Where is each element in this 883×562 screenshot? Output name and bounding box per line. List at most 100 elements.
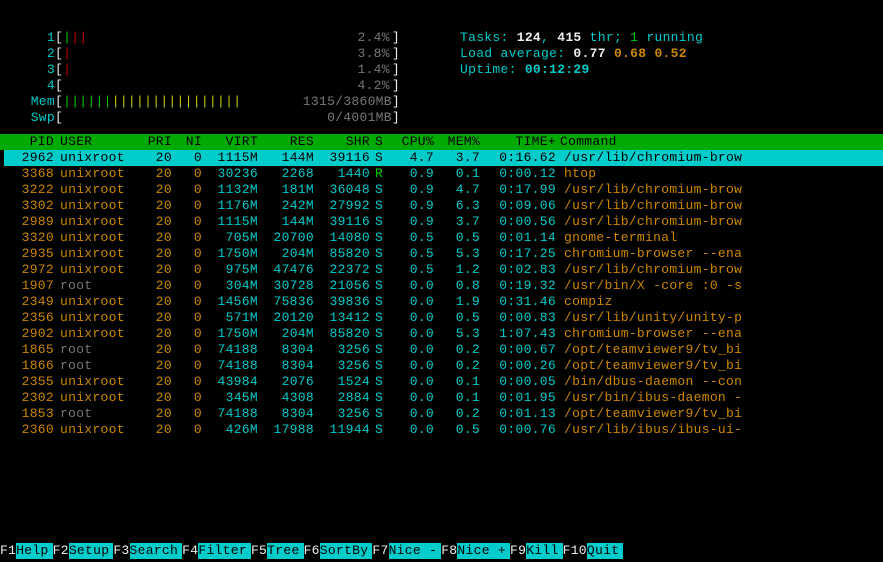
process-table-header[interactable]: PIDUSERPRINIVIRTRESSHRSCPU%MEM%TIME+Comm… xyxy=(0,134,883,150)
pri: 20 xyxy=(136,150,172,166)
command: /usr/bin/ibus-daemon - xyxy=(556,390,883,406)
process-row[interactable]: 2355 unixroot 20 0 43984 2076 1524 S 0.0… xyxy=(4,374,883,390)
mem-pct: 5.3 xyxy=(434,246,480,262)
user: unixroot xyxy=(56,374,136,390)
user: unixroot xyxy=(56,214,136,230)
process-table[interactable]: 2962 unixroot 20 0 1115M 144M 39116 S 4.… xyxy=(0,150,883,438)
col-header-virt[interactable]: VIRT xyxy=(202,134,258,150)
action-help[interactable]: Help xyxy=(16,543,52,559)
process-row[interactable]: 2972 unixroot 20 0 975M 47476 22372 S 0.… xyxy=(4,262,883,278)
col-header-cpu%[interactable]: CPU% xyxy=(388,134,434,150)
action-quit[interactable]: Quit xyxy=(587,543,623,559)
time: 0:00.26 xyxy=(480,358,556,374)
shr: 1524 xyxy=(314,374,370,390)
col-header-user[interactable]: USER xyxy=(56,134,136,150)
col-header-res[interactable]: RES xyxy=(258,134,314,150)
process-row[interactable]: 3320 unixroot 20 0 705M 20700 14080 S 0.… xyxy=(4,230,883,246)
action-tree[interactable]: Tree xyxy=(267,543,303,559)
pid: 2356 xyxy=(4,310,56,326)
ni: 0 xyxy=(172,182,202,198)
virt: 1132M xyxy=(202,182,258,198)
cpu-pct: 0.5 xyxy=(388,246,434,262)
time: 0:09.06 xyxy=(480,198,556,214)
shr: 22372 xyxy=(314,262,370,278)
res: 242M xyxy=(258,198,314,214)
process-row[interactable]: 2349 unixroot 20 0 1456M 75836 39836 S 0… xyxy=(4,294,883,310)
process-row[interactable]: 2962 unixroot 20 0 1115M 144M 39116 S 4.… xyxy=(4,150,883,166)
process-row[interactable]: 2935 unixroot 20 0 1750M 204M 85820 S 0.… xyxy=(4,246,883,262)
process-row[interactable]: 1865 root 20 0 74188 8304 3256 S 0.0 0.2… xyxy=(4,342,883,358)
time: 0:00.76 xyxy=(480,422,556,438)
virt: 74188 xyxy=(202,342,258,358)
command: /usr/lib/chromium-brow xyxy=(556,198,883,214)
process-row[interactable]: 2302 unixroot 20 0 345M 4308 2884 S 0.0 … xyxy=(4,390,883,406)
command: /usr/bin/X -core :0 -s xyxy=(556,278,883,294)
cpu-pct: 0.9 xyxy=(388,166,434,182)
user: root xyxy=(56,342,136,358)
cpu-meter-2: 2 [|3.8%] xyxy=(20,46,400,62)
process-row[interactable]: 2356 unixroot 20 0 571M 20120 13412 S 0.… xyxy=(4,310,883,326)
process-row[interactable]: 2902 unixroot 20 0 1750M 204M 85820 S 0.… xyxy=(4,326,883,342)
state: S xyxy=(370,294,388,310)
command: gnome-terminal xyxy=(556,230,883,246)
process-row[interactable]: 3368 unixroot 20 0 30236 2268 1440 R 0.9… xyxy=(4,166,883,182)
action-sortby[interactable]: SortBy xyxy=(320,543,373,559)
cpu-pct: 0.0 xyxy=(388,374,434,390)
state: S xyxy=(370,422,388,438)
state: S xyxy=(370,342,388,358)
pid: 2972 xyxy=(4,262,56,278)
mem-pct: 1.2 xyxy=(434,262,480,278)
process-row[interactable]: 1866 root 20 0 74188 8304 3256 S 0.0 0.2… xyxy=(4,358,883,374)
shr: 85820 xyxy=(314,326,370,342)
virt: 975M xyxy=(202,262,258,278)
col-header-pid[interactable]: PID xyxy=(4,134,56,150)
col-header-mem%[interactable]: MEM% xyxy=(434,134,480,150)
user: unixroot xyxy=(56,326,136,342)
col-header-pri[interactable]: PRI xyxy=(136,134,172,150)
fkey-f7: F7 xyxy=(372,543,388,559)
state: R xyxy=(370,166,388,182)
process-row[interactable]: 2360 unixroot 20 0 426M 17988 11944 S 0.… xyxy=(4,422,883,438)
action-nice-+[interactable]: Nice + xyxy=(457,543,510,559)
pid: 2935 xyxy=(4,246,56,262)
action-search[interactable]: Search xyxy=(130,543,183,559)
action-setup[interactable]: Setup xyxy=(69,543,114,559)
col-header-time+[interactable]: TIME+ xyxy=(480,134,556,150)
time: 0:00.05 xyxy=(480,374,556,390)
time: 0:02.83 xyxy=(480,262,556,278)
shr: 11944 xyxy=(314,422,370,438)
action-filter[interactable]: Filter xyxy=(198,543,251,559)
action-nice--[interactable]: Nice - xyxy=(389,543,442,559)
shr: 3256 xyxy=(314,406,370,422)
cpu-pct: 0.0 xyxy=(388,358,434,374)
action-kill[interactable]: Kill xyxy=(526,543,562,559)
process-row[interactable]: 3222 unixroot 20 0 1132M 181M 36048 S 0.… xyxy=(4,182,883,198)
process-row[interactable]: 3302 unixroot 20 0 1176M 242M 27992 S 0.… xyxy=(4,198,883,214)
ni: 0 xyxy=(172,246,202,262)
col-header-command[interactable]: Command xyxy=(556,134,883,150)
virt: 426M xyxy=(202,422,258,438)
process-row[interactable]: 2989 unixroot 20 0 1115M 144M 39116 S 0.… xyxy=(4,214,883,230)
col-header-s[interactable]: S xyxy=(370,134,388,150)
col-header-shr[interactable]: SHR xyxy=(314,134,370,150)
pri: 20 xyxy=(136,326,172,342)
pri: 20 xyxy=(136,390,172,406)
cpu-pct: 0.0 xyxy=(388,278,434,294)
process-row[interactable]: 1907 root 20 0 304M 30728 21056 S 0.0 0.… xyxy=(4,278,883,294)
cpu-pct: 0.9 xyxy=(388,214,434,230)
fkey-f1: F1 xyxy=(0,543,16,559)
fkey-f5: F5 xyxy=(251,543,267,559)
col-header-ni[interactable]: NI xyxy=(172,134,202,150)
fkey-f2: F2 xyxy=(53,543,69,559)
command: compiz xyxy=(556,294,883,310)
pid: 2302 xyxy=(4,390,56,406)
uptime-line: Uptime: 00:12:29 xyxy=(460,62,703,78)
pid: 2360 xyxy=(4,422,56,438)
state: S xyxy=(370,278,388,294)
cpu-pct: 0.0 xyxy=(388,326,434,342)
command: chromium-browser --ena xyxy=(556,326,883,342)
virt: 705M xyxy=(202,230,258,246)
process-row[interactable]: 1853 root 20 0 74188 8304 3256 S 0.0 0.2… xyxy=(4,406,883,422)
pri: 20 xyxy=(136,198,172,214)
fkey-f3: F3 xyxy=(113,543,129,559)
